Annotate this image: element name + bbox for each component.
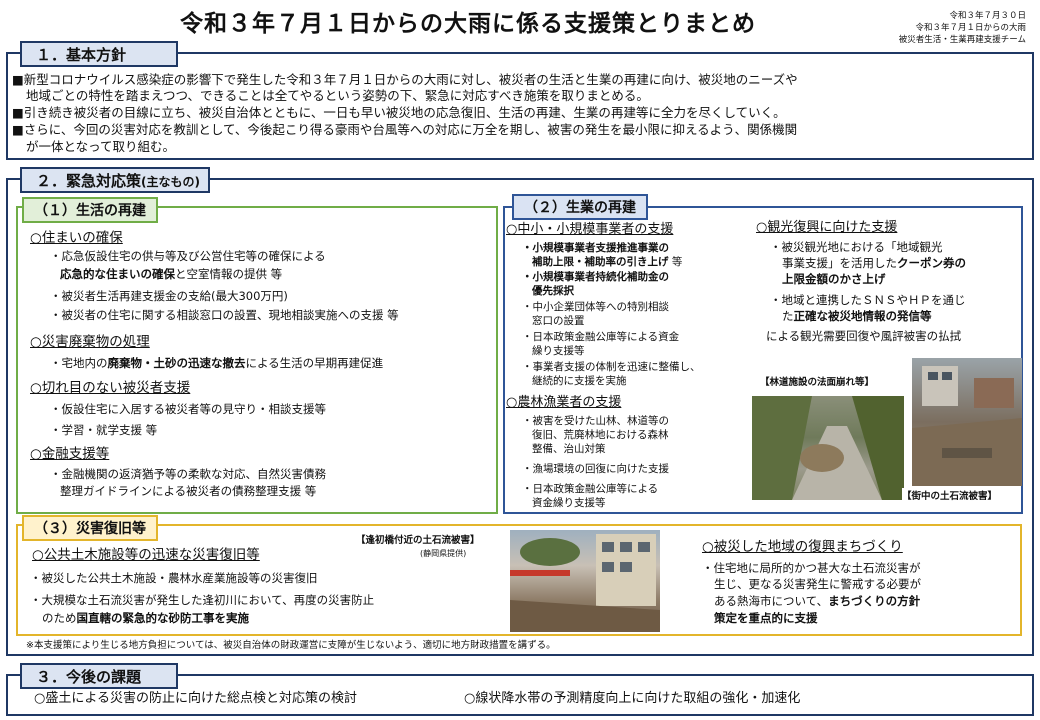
section-emergency-heading: ２．緊急対応策(主なもの): [20, 167, 210, 193]
photo-caption: 【林道施設の法面崩れ等】: [760, 374, 875, 388]
sme-heading: ○中小・小規模事業者の支援: [506, 222, 674, 237]
tourism-item-bold: クーポン券の: [897, 256, 966, 270]
tourism-item: 事業支援」を活用したクーポン券の: [782, 256, 966, 271]
tourism-item: ・地域と連携したＳＮＳやＨＰを通じ: [770, 293, 966, 307]
housing-item: ・被災者生活再建支援金の支給(最大300万円): [50, 289, 288, 303]
tourism-item-pre: た: [782, 309, 794, 323]
public-works-item-bold: 国直轄の緊急的な砂防工事を実施: [76, 611, 250, 625]
section-basic-policy-heading: １．基本方針: [20, 41, 178, 67]
seamless-heading: ○切れ目のない被災者支援: [30, 380, 191, 396]
housing-heading: ○住まいの確保: [30, 230, 123, 246]
agri-item: ・被害を受けた山林、林道等の: [522, 415, 669, 427]
tourism-item-pre: 事業支援」を活用した: [782, 256, 897, 270]
meta-team: 被災者生活・生業再建支援チーム: [898, 35, 1026, 45]
future-issue-item: ○線状降水帯の予測精度向上に向けた取組の強化・加速化: [464, 691, 801, 706]
finance-heading: ○金融支援等: [30, 446, 110, 462]
photo-credit: (静岡県提供): [420, 549, 467, 558]
forest-road-slope-photo: [752, 396, 904, 500]
agri-heading: ○農林漁業者の支援: [506, 395, 622, 410]
agri-item: 資金繰り支援等: [532, 497, 606, 509]
agri-item: 復旧、荒廃林地における森林: [532, 429, 669, 441]
policy-line: 地域ごとの特性を踏まえつつ、できることは全てやるという姿勢の下、緊急に対応すべき…: [26, 88, 649, 103]
waste-item-bold: 廃棄物・土砂の迅速な撤去: [107, 356, 246, 370]
reconstruction-heading: ○被災した地域の復興まちづくり: [702, 539, 903, 555]
seamless-item: ・仮設住宅に入居する被災者等の見守り・相談支援等: [50, 402, 326, 416]
policy-line: ■引き続き被災者の目線に立ち、被災自治体とともに、一日も早い被災地の応急復旧、生…: [12, 105, 786, 120]
page-title: 令和３年７月１日からの大雨に係る支援策とりまとめ: [180, 11, 756, 37]
tourism-item: ・被災観光地における「地域観光: [770, 240, 943, 254]
agri-item: ・日本政策金融公庫等による: [522, 483, 659, 495]
life-rebuild-heading: （１）生活の再建: [22, 197, 158, 223]
sme-item: ・事業者支援の体制を迅速に整備し、: [522, 361, 701, 373]
aizome-bridge-debris-photo: [510, 530, 660, 632]
future-issue-item: ○盛土による災害の防止に向けた総点検と対応策の検討: [34, 691, 357, 706]
reconstruction-item: 策定を重点的に支援: [714, 611, 818, 625]
sme-item: 優先採択: [532, 285, 574, 297]
public-works-item: のため国直轄の緊急的な砂防工事を実施: [42, 611, 250, 626]
tourism-heading: ○観光復興に向けた支援: [756, 220, 898, 235]
public-works-item: ・被災した公共土木施設・農林水産業施設等の災害復旧: [30, 571, 318, 585]
public-works-heading: ○公共土木施設等の迅速な災害復旧等: [32, 547, 260, 563]
reconstruction-item: ・住宅地に局所的かつ甚大な土石流災害が: [702, 561, 921, 575]
finance-item: 整理ガイドラインによる被災者の債務整理支援 等: [60, 484, 317, 498]
sme-item: 補助上限・補助率の引き上げ 等: [532, 256, 682, 269]
waste-item-pre: ・宅地内の: [50, 356, 108, 370]
local-burden-footnote: ※本支援策により生じる地方負担については、被災自治体の財政運営に支障が生じないよ…: [26, 640, 556, 651]
sme-item: 繰り支援等: [532, 345, 585, 357]
reconstruction-item: 生じ、更なる災害発生に警戒する必要が: [714, 577, 921, 591]
policy-line: ■新型コロナウイルス感染症の影響下で発生した令和３年７月１日からの大雨に対し、被…: [12, 72, 798, 87]
sme-item-rest: 等: [668, 256, 683, 268]
tourism-item: た正確な被災地情報の発信等: [782, 309, 932, 324]
housing-item-rest: と空室情報の提供 等: [175, 267, 283, 281]
waste-heading: ○災害廃棄物の処理: [30, 334, 150, 350]
disaster-recovery-heading: （３）災害復旧等: [22, 515, 158, 541]
sme-item: 窓口の設置: [532, 315, 585, 327]
housing-item: 応急的な住まいの確保と空室情報の提供 等: [60, 267, 283, 282]
agri-item: ・漁場環境の回復に向けた支援: [522, 463, 669, 475]
sme-item: 継続的に支援を実施: [532, 375, 627, 387]
policy-line: ■さらに、今回の災害対応を教訓として、今後起こり得る豪雨や台風等への対応に万全を…: [12, 122, 798, 137]
agri-item: 整備、治山対策: [532, 443, 606, 455]
finance-item: ・金融機関の返済猶予等の柔軟な対応、自然災害債務: [50, 467, 326, 481]
street-debris-flow-photo: [912, 358, 1022, 486]
waste-item: ・宅地内の廃棄物・土砂の迅速な撤去による生活の早期再建促進: [50, 356, 384, 371]
document-meta: 令和３年７月３０日 令和３年７月１日からの大雨 被災者生活・生業再建支援チーム: [899, 10, 1026, 46]
tourism-item-bold: 正確な被災地情報の発信等: [793, 309, 932, 323]
photo-caption: 【街中の土石流被害】: [902, 488, 998, 502]
housing-item-bold: 応急的な住まいの確保: [60, 267, 175, 281]
sme-item: ・日本政策金融公庫等による資金: [522, 331, 680, 343]
housing-item: ・被災者の住宅に関する相談窓口の設置、現地相談実施への支援 等: [50, 308, 399, 322]
meta-date: 令和３年７月３０日: [949, 11, 1026, 21]
tourism-item: による観光需要回復や風評被害の払拭: [766, 329, 962, 343]
public-works-item: ・大規模な土石流災害が発生した逢初川において、再度の災害防止: [30, 593, 375, 607]
emergency-heading-text: ２．緊急対応策: [36, 172, 142, 190]
sme-item-bold: 補助上限・補助率の引き上げ: [532, 256, 669, 268]
public-works-item-pre: のため: [42, 611, 77, 625]
emergency-heading-note: (主なもの): [141, 175, 200, 189]
reconstruction-item: ある熱海市について、まちづくりの方針: [714, 594, 921, 609]
reconstruction-item-pre: ある熱海市について、: [714, 594, 829, 608]
meta-subject: 令和３年７月１日からの大雨: [915, 23, 1026, 33]
photo-caption: 【逢初橋付近の土石流被害】: [356, 532, 480, 546]
sme-item: ・小規模事業者支援推進事業の: [522, 242, 669, 254]
housing-item: ・応急仮設住宅の供与等及び公営住宅等の確保による: [50, 249, 326, 263]
reconstruction-item-bold: まちづくりの方針: [828, 594, 921, 608]
sme-item: ・中小企業団体等への特別相談: [522, 301, 669, 313]
tourism-item: 上限金額のかさ上げ: [782, 272, 886, 286]
policy-line: が一体となって取り組む。: [26, 139, 176, 154]
waste-item-post: による生活の早期再建促進: [245, 356, 384, 370]
sme-item: ・小規模事業者持続化補助金の: [522, 271, 669, 283]
seamless-item: ・学習・就学支援 等: [50, 423, 158, 437]
business-rebuild-heading: （２）生業の再建: [512, 194, 648, 220]
section-future-issues-heading: ３．今後の課題: [20, 663, 178, 689]
